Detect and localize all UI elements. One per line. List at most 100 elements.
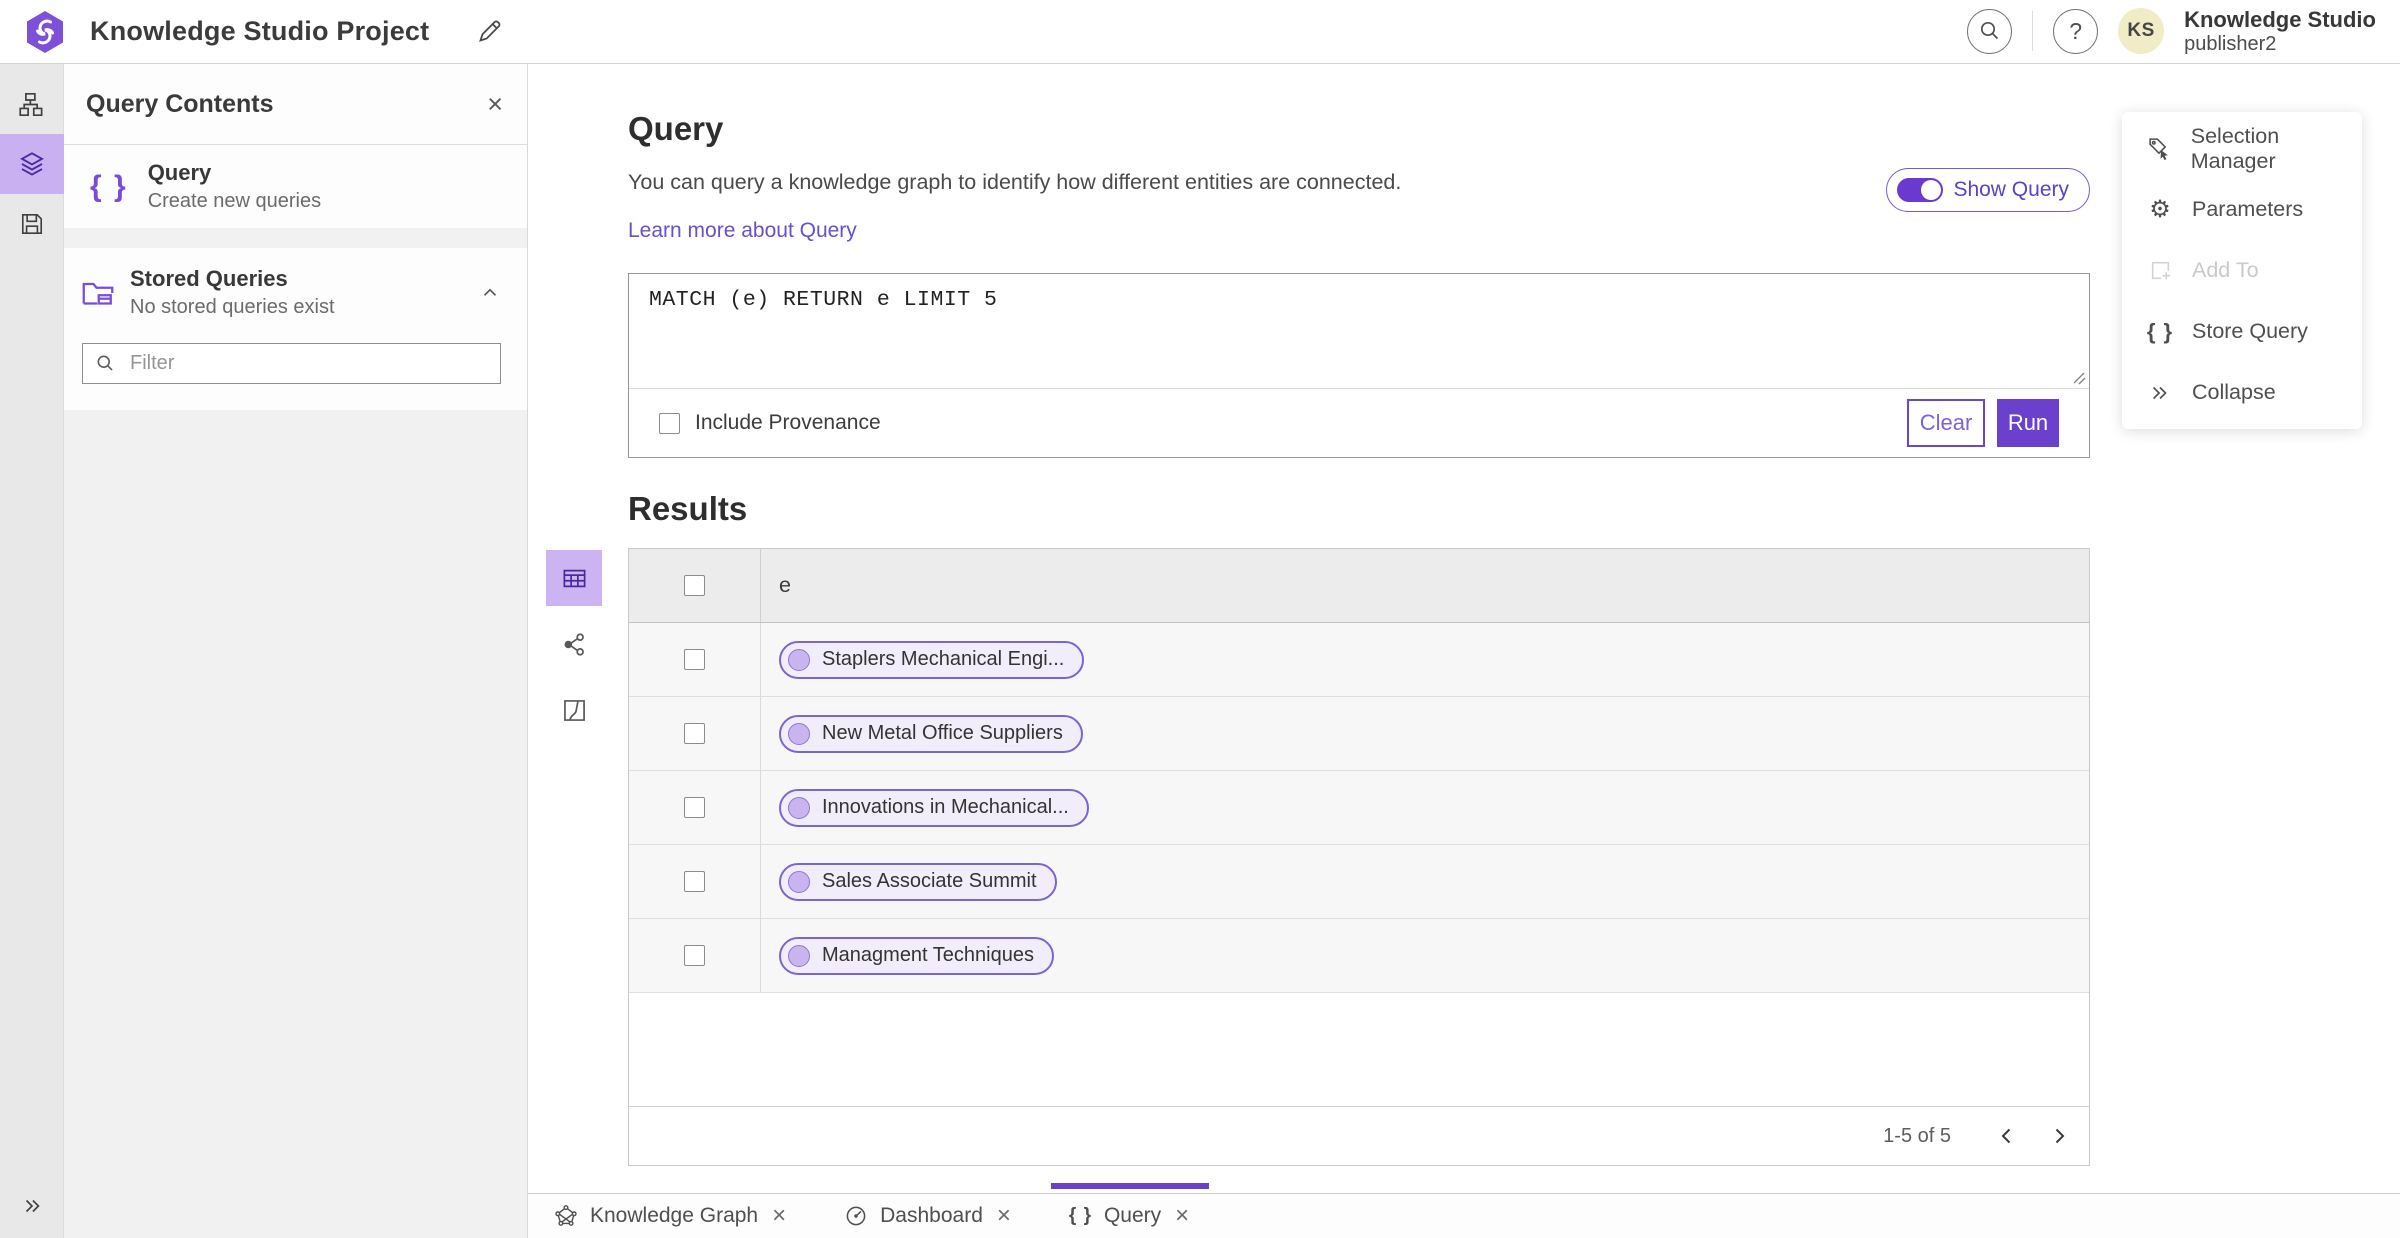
- table-view-button[interactable]: [546, 550, 602, 606]
- table-empty-space: [629, 993, 2089, 1106]
- add-to-icon: [2151, 261, 2170, 280]
- tab-knowledge-graph[interactable]: Knowledge Graph ×: [536, 1194, 806, 1238]
- double-chevron-right-icon: [2152, 386, 2167, 399]
- search-icon: [1980, 22, 1998, 40]
- show-query-label: Show Query: [1953, 178, 2069, 201]
- results-table: e Staplers Mechanical Engi... New Metal …: [628, 548, 2090, 1166]
- row-checkbox[interactable]: [684, 945, 705, 966]
- search-icon: [97, 355, 113, 371]
- question-mark-icon: ?: [2069, 17, 2082, 44]
- app-logo-icon: [27, 10, 63, 53]
- query-item-title: Query: [147, 160, 212, 185]
- app-header: Knowledge Studio Project ? KS Knowledge …: [0, 0, 2400, 64]
- stored-queries-subtitle: No stored queries exist: [130, 296, 335, 318]
- row-checkbox[interactable]: [684, 797, 705, 818]
- query-item-subtitle: Create new queries: [147, 190, 322, 212]
- expand-strip-button[interactable]: [0, 1182, 64, 1230]
- query-editor: MATCH (e) RETURN e LIMIT 5 Include Prove…: [628, 273, 2090, 458]
- show-query-toggle[interactable]: Show Query: [1886, 168, 2090, 212]
- tab-dashboard[interactable]: Dashboard ×: [826, 1194, 1031, 1238]
- curly-braces-icon: { }: [2146, 318, 2174, 344]
- stored-queries-title: Stored Queries: [130, 266, 288, 291]
- collapse-panel-button[interactable]: Collapse: [2122, 362, 2362, 423]
- pagination-range: 1-5 of 5: [1883, 1124, 1951, 1147]
- next-page-button[interactable]: [2039, 1116, 2079, 1156]
- collapse-section-button[interactable]: [479, 282, 501, 304]
- account-info: Knowledge Studio publisher2: [2184, 7, 2376, 55]
- tab-query[interactable]: { } Query ×: [1050, 1183, 1210, 1238]
- save-button[interactable]: [0, 194, 64, 254]
- parameters-button[interactable]: ⚙ Parameters: [2122, 179, 2362, 240]
- data-model-icon: [19, 92, 43, 116]
- close-tab-button[interactable]: ×: [995, 1204, 1013, 1228]
- previous-page-button[interactable]: [1987, 1116, 2027, 1156]
- chevron-left-icon: [2001, 1128, 2011, 1144]
- edit-title-button[interactable]: [469, 12, 509, 52]
- select-all-checkbox[interactable]: [684, 575, 705, 596]
- query-tool-item[interactable]: { } Query Create new queries: [64, 145, 527, 228]
- view-tab-bar: Knowledge Graph × Dashboard × { } Query …: [528, 1183, 2400, 1238]
- account-app-name: Knowledge Studio: [2184, 7, 2376, 33]
- double-chevron-right-icon: [25, 1199, 40, 1213]
- entity-pill[interactable]: Managment Techniques: [779, 936, 1054, 975]
- run-button[interactable]: Run: [1997, 399, 2059, 447]
- entity-pill[interactable]: Sales Associate Summit: [779, 862, 1057, 901]
- header-divider: [2032, 11, 2034, 52]
- resize-handle[interactable]: [2072, 371, 2086, 385]
- project-title: Knowledge Studio Project: [90, 16, 430, 46]
- table-icon: [563, 569, 585, 587]
- data-model-button[interactable]: [0, 74, 64, 134]
- results-heading: Results: [628, 490, 748, 527]
- dashboard-icon: [846, 1206, 866, 1226]
- account-user-name: publisher2: [2184, 32, 2277, 55]
- folder-icon: [82, 282, 114, 305]
- row-checkbox[interactable]: [684, 649, 705, 670]
- left-icon-strip: [0, 64, 64, 1238]
- help-button[interactable]: ?: [2053, 8, 2099, 54]
- row-checkbox[interactable]: [684, 871, 705, 892]
- add-to-button[interactable]: Add To: [2122, 240, 2362, 301]
- map-view-button[interactable]: [546, 682, 602, 738]
- entity-pill[interactable]: Innovations in Mechanical...: [779, 788, 1089, 827]
- user-avatar[interactable]: KS: [2118, 8, 2165, 55]
- row-checkbox[interactable]: [684, 723, 705, 744]
- layers-button[interactable]: [0, 134, 64, 194]
- filter-input[interactable]: [130, 352, 488, 375]
- query-heading: Query: [628, 110, 724, 147]
- entity-avatar: [788, 796, 810, 819]
- results-view-toolbar: [546, 550, 602, 738]
- entity-avatar: [788, 870, 810, 893]
- table-header-row: e: [629, 549, 2089, 623]
- table-row: Staplers Mechanical Engi...: [629, 623, 2089, 697]
- save-icon: [21, 213, 42, 235]
- entity-pill[interactable]: Staplers Mechanical Engi...: [779, 640, 1085, 679]
- selection-manager-button[interactable]: Selection Manager: [2122, 118, 2362, 179]
- toggle-switch: [1897, 178, 1944, 202]
- query-tools-panel: Selection Manager ⚙ Parameters Add To { …: [2122, 112, 2362, 429]
- panel-title: Query Contents: [86, 89, 274, 118]
- query-description: You can query a knowledge graph to ident…: [628, 170, 1402, 194]
- search-button[interactable]: [1967, 8, 2013, 54]
- app-window: Knowledge Studio Project ? KS Knowledge …: [0, 0, 2400, 1238]
- main-content: Query You can query a knowledge graph to…: [528, 64, 2400, 1238]
- entity-avatar: [788, 944, 810, 967]
- query-textarea[interactable]: MATCH (e) RETURN e LIMIT 5: [649, 288, 2069, 374]
- entity-pill[interactable]: New Metal Office Suppliers: [779, 714, 1083, 753]
- include-provenance-label: Include Provenance: [695, 411, 881, 434]
- table-pagination: 1-5 of 5: [629, 1106, 2089, 1165]
- filter-field: [82, 343, 501, 384]
- include-provenance-checkbox[interactable]: [659, 412, 680, 434]
- curly-braces-icon: { }: [90, 169, 128, 203]
- column-header-e: e: [779, 573, 791, 597]
- learn-more-link[interactable]: Learn more about Query: [628, 219, 857, 243]
- stored-queries-header[interactable]: Stored Queries No stored queries exist: [80, 266, 507, 319]
- clear-button[interactable]: Clear: [1907, 399, 1985, 447]
- close-tab-button[interactable]: ×: [770, 1204, 788, 1228]
- store-query-button[interactable]: { } Store Query: [2122, 301, 2362, 362]
- panel-close-button[interactable]: ×: [483, 90, 507, 118]
- chevron-up-icon: [483, 288, 497, 296]
- curly-braces-icon: { }: [1068, 1205, 1092, 1226]
- graph-view-button[interactable]: [546, 616, 602, 672]
- close-tab-button[interactable]: ×: [1173, 1204, 1191, 1228]
- pencil-icon: [478, 20, 501, 42]
